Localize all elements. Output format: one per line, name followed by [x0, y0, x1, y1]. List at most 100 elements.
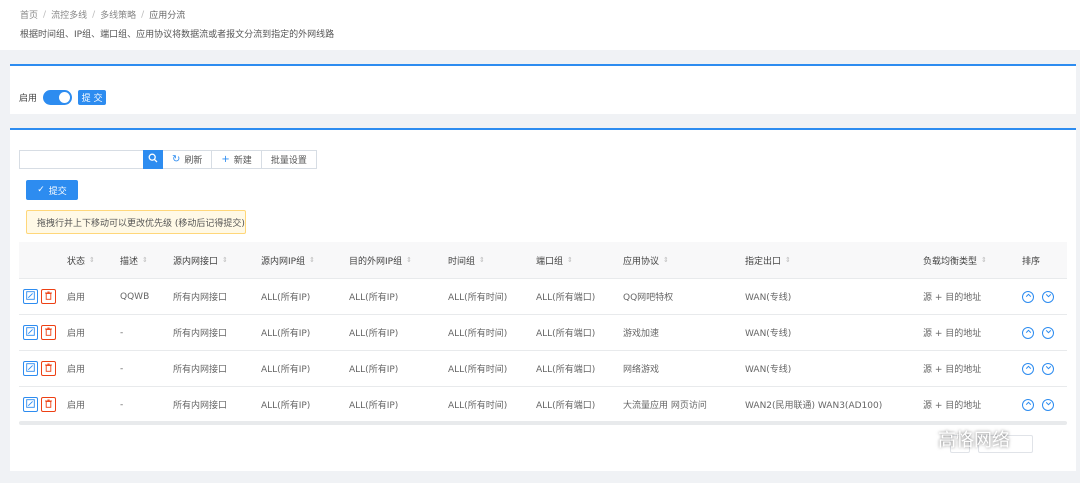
row-order	[1022, 398, 1062, 411]
header-lb-label: 负载均衡类型	[923, 256, 978, 267]
trash-icon	[44, 399, 53, 411]
enable-submit-button[interactable]: 提 交	[78, 89, 107, 105]
header-dst-ip[interactable]: 目的外网IP组 ⇕	[349, 254, 448, 267]
page-description: 根据时间组、IP组、端口组、应用协议将数据流或者报文分流到指定的外网线路	[20, 30, 335, 40]
policy-panel: ↻ 刷新 + 新建 批量设置 ✓ 提交 拖拽行并上下移动可以更改优先级 (移动后…	[10, 128, 1076, 471]
row-actions	[19, 361, 67, 376]
refresh-button[interactable]: ↻ 刷新	[163, 150, 213, 169]
cell-desc: -	[120, 363, 124, 374]
cell-status: 启用	[67, 293, 86, 303]
edit-button[interactable]	[23, 289, 38, 304]
delete-button[interactable]	[41, 397, 56, 412]
cell-src-if: 所有内网接口	[173, 365, 228, 375]
move-down-button[interactable]	[1042, 290, 1054, 303]
table-row[interactable]: 启用 QQWB 所有内网接口 ALL(所有IP) ALL(所有IP) ALL(所有时间) A…	[19, 279, 1067, 315]
cell-proto: 网络游戏	[623, 365, 660, 375]
header-status-label: 状态	[67, 256, 86, 267]
new-button[interactable]: + 新建	[212, 150, 262, 169]
toolbar: ↻ 刷新 + 新建 批量设置	[19, 150, 317, 169]
header-lb[interactable]: 负载均衡类型 ⇕	[923, 254, 1022, 267]
cell-out: WAN2(民用联通) WAN3(AD100)	[745, 401, 883, 411]
enable-switch[interactable]	[43, 89, 73, 105]
cell-src-if: 所有内网接口	[173, 401, 228, 411]
cell-src-ip: ALL(所有IP)	[261, 365, 311, 375]
table-row[interactable]: 启用 - 所有内网接口 ALL(所有IP) ALL(所有IP) ALL(所有时间) ALL(…	[19, 387, 1067, 423]
cell-lb: 源 + 目的地址	[923, 293, 982, 303]
cell-dst-ip: ALL(所有IP)	[349, 401, 399, 411]
cell-time: ALL(所有时间)	[448, 365, 508, 375]
cell-status: 启用	[67, 365, 86, 375]
cell-src-ip: ALL(所有IP)	[261, 401, 311, 411]
policy-table: 状态 ⇕ 描述 ⇕ 源内网接口 ⇕ 源内网IP组 ⇕ 目的外网IP组 ⇕ 时间组 ⇕ 端口组…	[19, 242, 1067, 423]
header-src-ip-label: 源内网IP组	[261, 256, 306, 267]
edit-button[interactable]	[23, 325, 38, 340]
delete-button[interactable]	[41, 361, 56, 376]
search-button[interactable]	[143, 150, 163, 169]
header-port[interactable]: 端口组 ⇕	[536, 254, 623, 267]
header-src-if[interactable]: 源内网接口 ⇕	[173, 254, 261, 267]
table-body: 启用 QQWB 所有内网接口 ALL(所有IP) ALL(所有IP) ALL(所有时间) A…	[19, 279, 1067, 423]
batch-settings-button[interactable]: 批量设置	[261, 150, 317, 169]
move-up-button[interactable]	[1022, 326, 1034, 339]
table-row[interactable]: 启用 - 所有内网接口 ALL(所有IP) ALL(所有IP) ALL(所有时间) ALL(…	[19, 351, 1067, 387]
header-src-ip[interactable]: 源内网IP组 ⇕	[261, 254, 349, 267]
edit-button[interactable]	[23, 361, 38, 376]
chevron-down-icon	[1045, 364, 1052, 374]
cell-dst-ip: ALL(所有IP)	[349, 365, 399, 375]
cell-port: ALL(所有端口)	[536, 329, 596, 339]
breadcrumb-flow-control[interactable]: 流控多线	[51, 8, 87, 21]
table-header: 状态 ⇕ 描述 ⇕ 源内网接口 ⇕ 源内网IP组 ⇕ 目的外网IP组 ⇕ 时间组 ⇕ 端口组…	[19, 242, 1067, 279]
cell-src-if: 所有内网接口	[173, 293, 228, 303]
edit-icon	[26, 290, 35, 303]
row-order	[1022, 290, 1062, 303]
breadcrumb-multiline-policy[interactable]: 多线策略	[100, 8, 136, 21]
sort-icon: ⇕	[663, 256, 669, 264]
cell-dst-ip: ALL(所有IP)	[349, 329, 399, 339]
cell-src-if: 所有内网接口	[173, 329, 228, 339]
check-icon: ✓	[37, 185, 45, 195]
move-down-button[interactable]	[1042, 398, 1054, 411]
cell-desc: -	[120, 399, 124, 410]
breadcrumb-separator: /	[141, 9, 145, 20]
enable-panel: 启用 提 交	[10, 64, 1076, 114]
enable-label: 启用	[19, 93, 38, 104]
header-status[interactable]: 状态 ⇕	[67, 254, 120, 267]
header-order-label: 排序	[1022, 256, 1041, 267]
move-down-button[interactable]	[1042, 326, 1054, 339]
edit-icon	[26, 398, 35, 411]
sort-icon: ⇕	[567, 256, 573, 264]
batch-settings-label: 批量设置	[270, 156, 307, 166]
sort-icon: ⇕	[981, 256, 987, 264]
chevron-up-icon	[1025, 328, 1032, 338]
wechat-icon	[903, 424, 933, 453]
trash-icon	[44, 327, 53, 339]
cell-proto: 大流量应用 网页访问	[623, 401, 707, 411]
move-up-button[interactable]	[1022, 362, 1034, 375]
move-down-button[interactable]	[1042, 362, 1054, 375]
chevron-down-icon	[1045, 328, 1052, 338]
header-time[interactable]: 时间组 ⇕	[448, 254, 536, 267]
breadcrumb-home[interactable]: 首页	[20, 8, 38, 21]
search-input[interactable]	[19, 150, 143, 169]
move-up-button[interactable]	[1022, 290, 1034, 303]
delete-button[interactable]	[41, 325, 56, 340]
header-proto[interactable]: 应用协议 ⇕	[623, 254, 745, 267]
delete-button[interactable]	[41, 289, 56, 304]
edit-button[interactable]	[23, 397, 38, 412]
move-up-button[interactable]	[1022, 398, 1034, 411]
table-row[interactable]: 启用 - 所有内网接口 ALL(所有IP) ALL(所有IP) ALL(所有时间) ALL(…	[19, 315, 1067, 351]
row-order	[1022, 362, 1062, 375]
chevron-up-icon	[1025, 364, 1032, 374]
cell-src-ip: ALL(所有IP)	[261, 329, 311, 339]
header-order: 排序	[1022, 254, 1062, 267]
header-out-label: 指定出口	[745, 256, 782, 267]
edit-icon	[26, 362, 35, 375]
chevron-down-icon	[1045, 400, 1052, 410]
refresh-icon: ↻	[172, 154, 181, 165]
header-desc[interactable]: 描述 ⇕	[120, 254, 173, 267]
submit-button[interactable]: ✓ 提交	[26, 180, 78, 200]
header-out[interactable]: 指定出口 ⇕	[745, 254, 923, 267]
cell-src-ip: ALL(所有IP)	[261, 293, 311, 303]
header-desc-label: 描述	[120, 256, 139, 267]
sort-icon: ⇕	[309, 256, 315, 264]
